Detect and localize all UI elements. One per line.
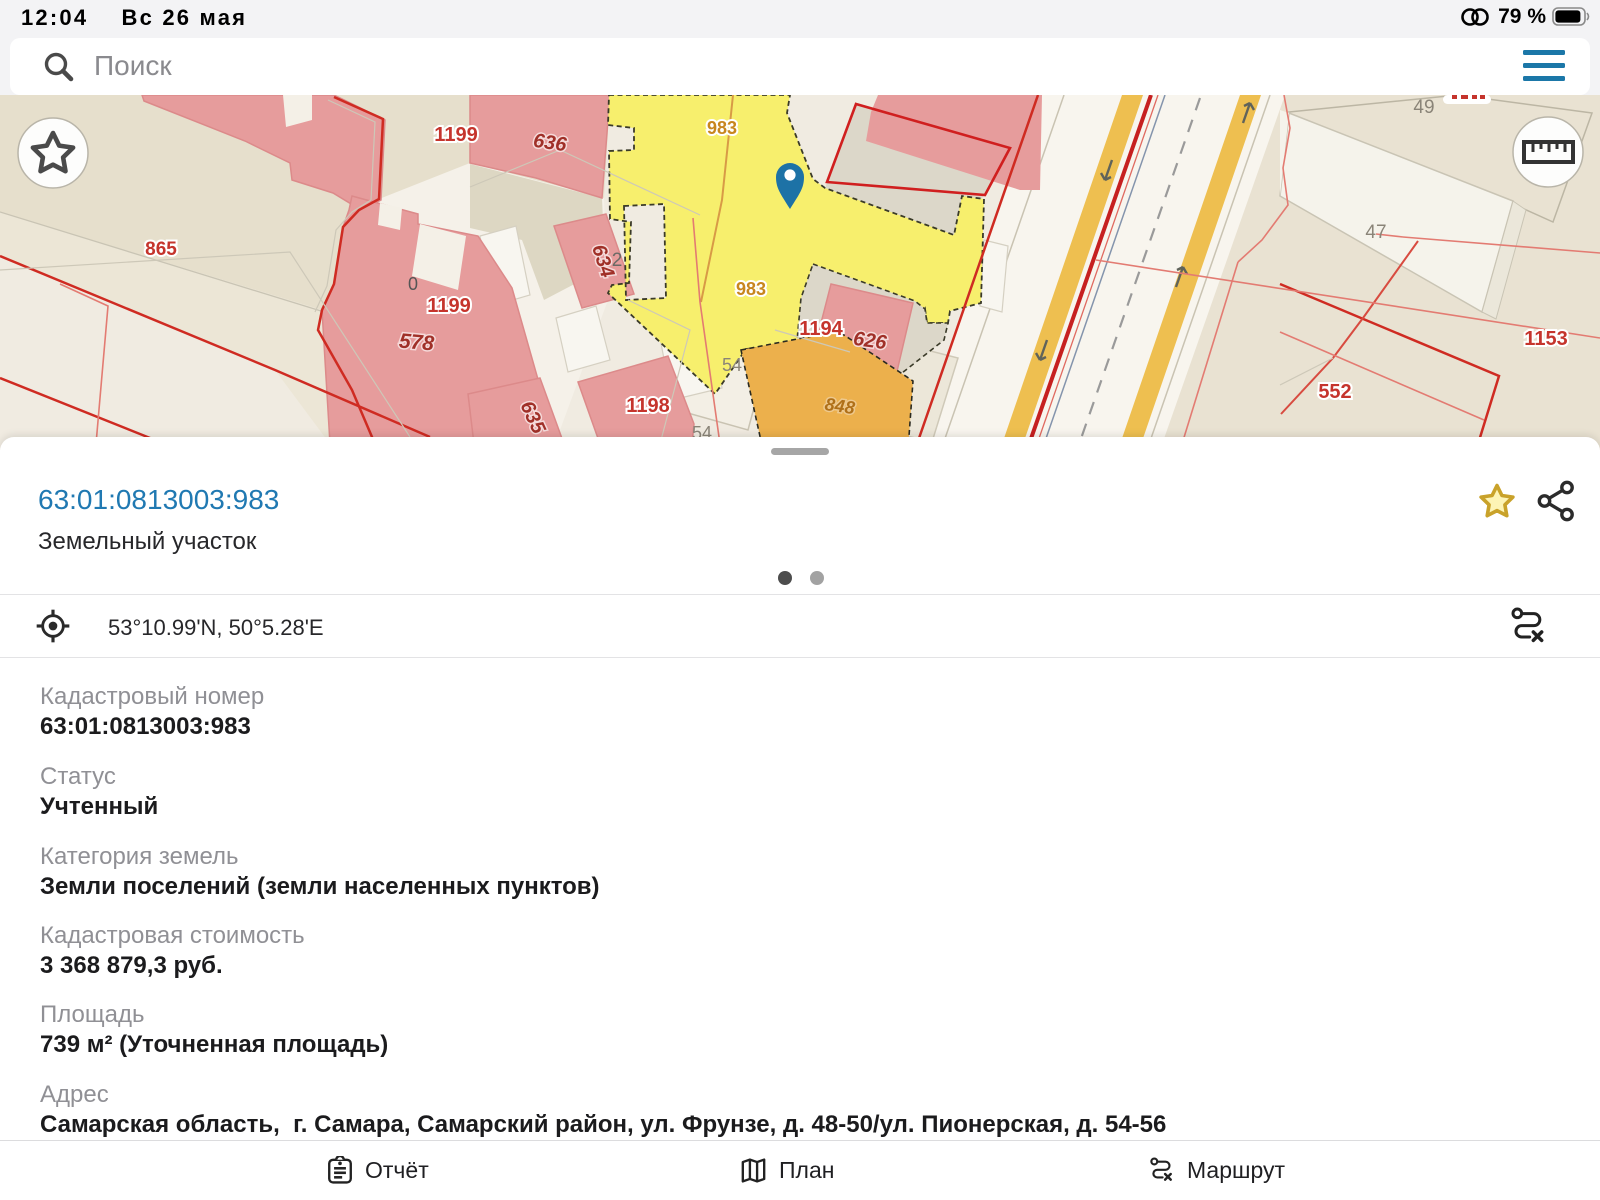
svg-text:865: 865	[145, 239, 177, 260]
svg-text:983: 983	[707, 118, 737, 138]
svg-text:49: 49	[1413, 97, 1434, 118]
svg-text:1153: 1153	[1524, 328, 1567, 350]
svg-text:47: 47	[1365, 222, 1386, 243]
svg-text:552: 552	[1318, 381, 1351, 403]
svg-text:54: 54	[722, 355, 742, 375]
svg-text:578: 578	[398, 330, 435, 356]
svg-text:983: 983	[736, 279, 766, 299]
svg-text:1199: 1199	[434, 124, 477, 146]
svg-text:1199: 1199	[427, 295, 470, 317]
svg-text:1198: 1198	[626, 395, 669, 417]
svg-text:848: 848	[824, 394, 857, 418]
svg-text:2: 2	[612, 250, 623, 271]
svg-text:0: 0	[408, 274, 418, 294]
svg-text:1194: 1194	[799, 318, 843, 340]
